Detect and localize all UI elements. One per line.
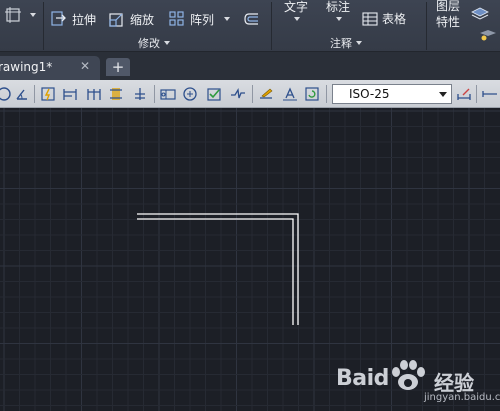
stretch-label: 拉伸: [72, 12, 97, 27]
chevron-down-icon: [356, 41, 362, 45]
outer-polyline[interactable]: [137, 213, 299, 325]
layer-properties-label-line1: 图层: [436, 0, 461, 13]
paw-logo-icon: [392, 360, 425, 390]
table-button[interactable]: 表格: [362, 10, 406, 27]
table-label: 表格: [382, 12, 407, 26]
ribbon: 拉伸 缩放 阵列 修改 文字 标注 表格 注释 图层 特性: [0, 0, 500, 52]
toolbar-divider: [476, 85, 477, 103]
array-dropdown-chevron-icon[interactable]: [224, 17, 231, 21]
panel-divider: [426, 2, 427, 50]
document-tab-label: rawing1*: [0, 60, 53, 74]
table-icon: [362, 11, 378, 26]
quick-dimension-icon[interactable]: [40, 86, 56, 102]
center-mark-icon[interactable]: [182, 86, 198, 102]
array-button[interactable]: 阵列: [168, 10, 231, 28]
tolerance-icon[interactable]: [160, 86, 176, 102]
dimension-space-icon[interactable]: [108, 86, 124, 102]
annotation-panel-title[interactable]: 注释: [330, 35, 362, 51]
dimension-edit-icon[interactable]: [258, 86, 274, 102]
dimension-break-icon[interactable]: [132, 86, 148, 102]
dimension-style-value: ISO-25: [349, 87, 390, 101]
document-tab-strip: rawing1* ✕: [0, 52, 500, 80]
toolbar-divider: [326, 85, 327, 103]
modify-panel-title-label: 修改: [138, 37, 160, 50]
scale-icon: [109, 13, 123, 27]
dimension-update-icon[interactable]: [304, 86, 320, 102]
layer-state-icon: [480, 30, 496, 41]
inspect-icon[interactable]: [206, 86, 222, 102]
inner-polyline[interactable]: [137, 218, 294, 325]
dimension-style-manager-icon[interactable]: [456, 86, 472, 102]
modify-panel-title[interactable]: 修改: [138, 35, 170, 51]
text-label: 文字: [284, 0, 309, 14]
chevron-down-icon: [439, 92, 447, 97]
grid-tool-icon: [5, 7, 21, 23]
layer-tool-button-2[interactable]: [478, 28, 498, 42]
baidu-jingyan-watermark: Baid 经验 jingyan.baidu.com: [330, 354, 500, 411]
toolbar-divider: [34, 85, 35, 103]
layer-stack-icon: [471, 7, 489, 20]
array-icon: [169, 11, 184, 26]
chevron-down-icon: [164, 41, 170, 45]
text-chevron-down-icon[interactable]: [294, 17, 300, 21]
watermark-brand: Baid: [336, 366, 389, 391]
stretch-icon: [51, 11, 66, 26]
text-button[interactable]: 文字: [284, 0, 308, 15]
toolbar-divider: [154, 85, 155, 103]
partial-tool-button[interactable]: [4, 6, 36, 24]
new-tab-button[interactable]: +: [106, 58, 130, 76]
dimension-text-edit-icon[interactable]: [282, 86, 298, 102]
layer-properties-button[interactable]: 图层 特性: [436, 0, 460, 30]
continue-dimension-icon[interactable]: [86, 86, 102, 102]
dimension-label: 标注: [326, 0, 351, 14]
plus-icon: +: [111, 58, 125, 76]
dimension-chevron-down-icon[interactable]: [336, 17, 342, 21]
scale-label: 缩放: [130, 12, 155, 27]
jogged-linear-icon[interactable]: [230, 86, 246, 102]
baseline-dimension-icon[interactable]: [62, 86, 78, 102]
toolbar-divider: [252, 85, 253, 103]
scale-button[interactable]: 缩放: [108, 10, 154, 28]
layer-properties-label-line2: 特性: [436, 15, 461, 29]
radius-dimension-icon[interactable]: [0, 86, 12, 102]
watermark-url: jingyan.baidu.com: [424, 392, 500, 403]
document-tab-drawing1[interactable]: rawing1* ✕: [0, 56, 100, 80]
annotation-panel-title-label: 注释: [330, 37, 352, 50]
panel-divider: [43, 2, 44, 50]
angular-dimension-icon[interactable]: [14, 86, 30, 102]
dimension-button[interactable]: 标注: [326, 0, 350, 15]
close-icon[interactable]: ✕: [80, 59, 90, 73]
linear-dimension-icon[interactable]: [482, 86, 498, 102]
dimension-style-select[interactable]: ISO-25: [332, 84, 452, 104]
stretch-button[interactable]: 拉伸: [50, 10, 96, 28]
offset-icon: [244, 13, 258, 25]
panel-divider: [271, 2, 272, 50]
chevron-down-icon: [30, 13, 36, 17]
layer-tool-button[interactable]: [470, 6, 490, 22]
offset-button[interactable]: [242, 10, 260, 28]
array-label: 阵列: [190, 12, 215, 27]
